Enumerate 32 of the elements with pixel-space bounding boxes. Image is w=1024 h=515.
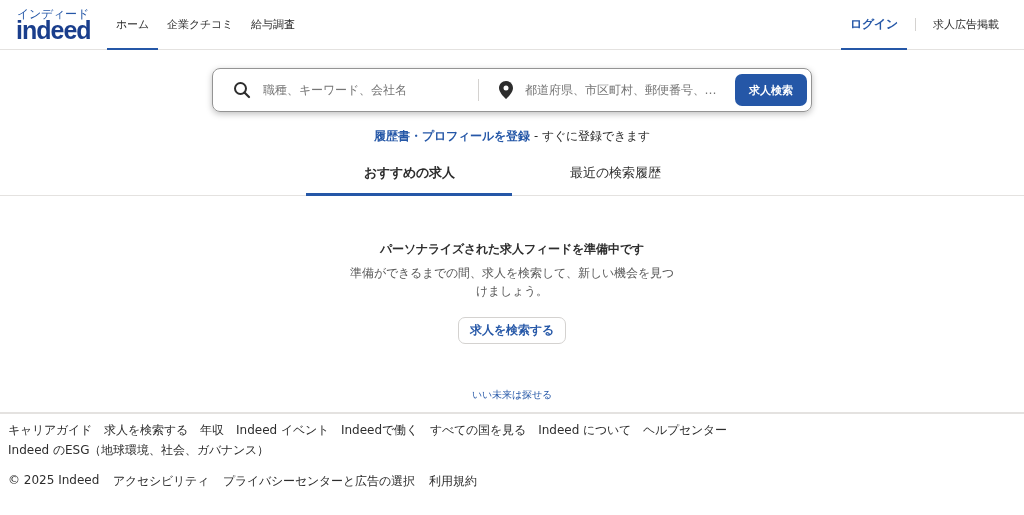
footer-link[interactable]: すべての国を見る	[430, 422, 527, 439]
footer-link[interactable]: Indeedで働く	[340, 422, 419, 439]
location-input[interactable]: 都道府県、市区町村、郵便番号、…	[522, 74, 723, 106]
feed-tab[interactable]: 最近の検索履歴	[512, 154, 718, 196]
feed-title: パーソナライズされた求人フィードを準備中です	[380, 241, 644, 258]
location-pin-icon	[498, 81, 513, 99]
footer-link[interactable]: 利用規約	[429, 473, 478, 490]
footer-link[interactable]: 年収	[200, 422, 224, 439]
copyright: © 2025 Indeed	[8, 473, 100, 489]
footer-link[interactable]: Indeed のESG（地球環境、社会、ガバナンス）	[8, 442, 270, 459]
feed-tab[interactable]: おすすめの求人	[306, 154, 512, 196]
search-icon	[233, 81, 251, 99]
register-note: - すぐに登録できます	[534, 129, 650, 143]
footer-link[interactable]: ヘルプセンター	[643, 422, 728, 439]
register-link[interactable]: 履歴書・プロフィールを登録	[374, 129, 531, 143]
feed-message: 準備ができるまでの間、求人を検索して、新しい機会を見つけましょう。	[349, 265, 675, 300]
footer-link[interactable]: キャリアガイド	[8, 422, 92, 439]
search-button[interactable]: 求人検索	[735, 74, 807, 106]
footer-link[interactable]: Indeed イベント	[236, 422, 329, 439]
footer-link[interactable]: 求人を検索する	[104, 422, 188, 439]
keyword-input[interactable]: 職種、キーワード、会社名	[261, 74, 458, 106]
indeed-logo[interactable]: インディード indeed	[16, 0, 91, 49]
nav-tab[interactable]: 給与調査	[241, 0, 304, 50]
header-link[interactable]: 求人広告掲載	[924, 0, 1008, 50]
search-jobs-button[interactable]: 求人を検索する	[458, 317, 566, 344]
tagline: いい未来は探せる	[472, 389, 552, 400]
nav-tab[interactable]: ホーム	[106, 0, 158, 50]
footer-link[interactable]: アクセシビリティ	[113, 473, 210, 490]
header-link[interactable]: ログイン	[841, 0, 907, 50]
footer-link[interactable]: Indeed について	[538, 422, 632, 439]
nav-tab[interactable]: 企業クチコミ	[157, 0, 242, 50]
footer-link[interactable]: プライバシーセンターと広告の選択	[223, 473, 416, 490]
